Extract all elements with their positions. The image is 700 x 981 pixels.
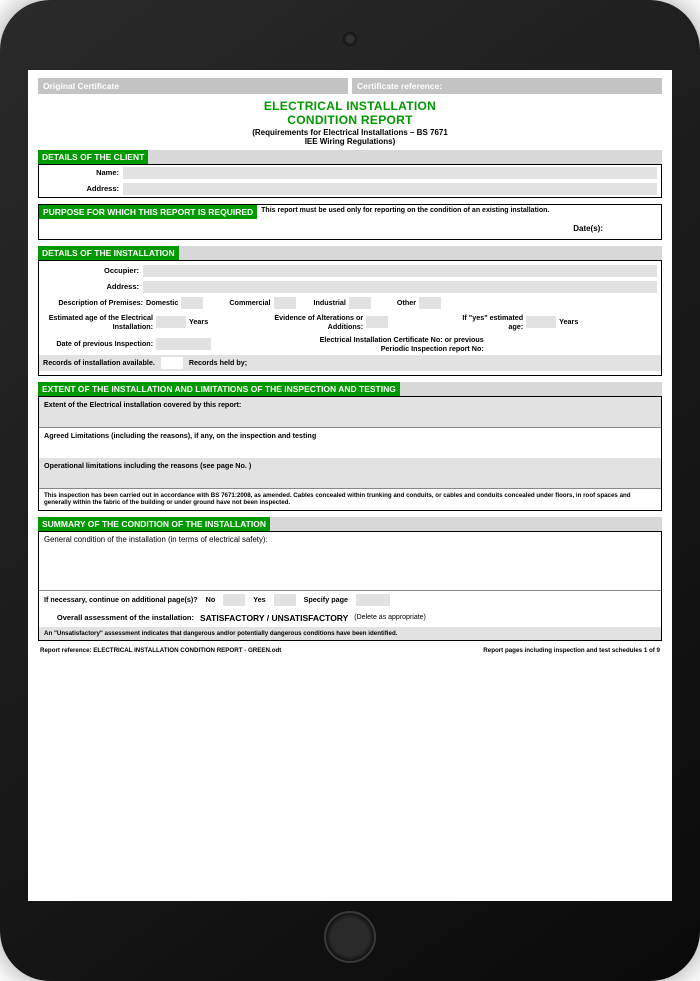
ifyes-label: If "yes" estimated age: (453, 313, 523, 331)
specify-label: Specify page (304, 595, 348, 604)
document-footer: Report reference: ELECTRICAL INSTALLATIO… (38, 647, 662, 654)
certificate-reference-header: Certificate reference: (352, 78, 662, 94)
occupier-label: Occupier: (43, 266, 143, 275)
tablet-home-button[interactable] (324, 911, 376, 963)
cert-no-label: Electrical Installation Certificate No: … (294, 335, 484, 353)
industrial-checkbox[interactable] (349, 297, 371, 309)
purpose-field[interactable] (43, 222, 569, 236)
client-address-label: Address: (43, 184, 123, 193)
extent-section-header: EXTENT OF THE INSTALLATION AND LIMITATIO… (38, 382, 400, 396)
extent-q1[interactable]: Extent of the Electrical installation co… (39, 397, 661, 428)
alterations-label: Evidence of Alterations or Additions: (273, 313, 363, 331)
domestic-checkbox[interactable] (181, 297, 203, 309)
installation-section-header: DETAILS OF THE INSTALLATION (38, 246, 179, 260)
dates-field[interactable] (607, 223, 657, 235)
requirements-line2: IEE Wiring Regulations) (38, 137, 662, 146)
records-avail-field[interactable] (161, 357, 183, 369)
header-fill (400, 382, 662, 396)
other-checkbox[interactable] (419, 297, 441, 309)
extent-q3[interactable]: Operational limitations including the re… (39, 458, 661, 489)
held-by-label: Records held by; (189, 358, 247, 367)
client-address-field[interactable] (123, 183, 657, 195)
summary-section: SUMMARY OF THE CONDITION OF THE INSTALLA… (38, 517, 662, 641)
extent-section: EXTENT OF THE INSTALLATION AND LIMITATIO… (38, 382, 662, 511)
header-fill (179, 246, 662, 260)
client-section-header: DETAILS OF THE CLIENT (38, 150, 148, 164)
age-label: Estimated age of the Electrical Installa… (43, 313, 153, 331)
summary-section-header: SUMMARY OF THE CONDITION OF THE INSTALLA… (38, 517, 270, 531)
purpose-section-header: PURPOSE FOR WHICH THIS REPORT IS REQUIRE… (39, 205, 257, 219)
yes-label: Yes (253, 595, 265, 604)
client-name-field[interactable] (123, 167, 657, 179)
extent-note: This inspection has been carried out in … (39, 489, 661, 510)
premises-desc-label: Description of Premises: (43, 298, 143, 307)
original-certificate-header: Original Certificate (38, 78, 348, 94)
tablet-frame: Original Certificate Certificate referen… (0, 0, 700, 981)
years1-label: Years (189, 317, 208, 326)
general-condition-field[interactable]: General condition of the installation (i… (39, 532, 661, 590)
document-viewport: Original Certificate Certificate referen… (28, 70, 672, 901)
report-title-line1: ELECTRICAL INSTALLATION (38, 100, 662, 114)
client-section: DETAILS OF THE CLIENT Name: Address: (38, 150, 662, 198)
alterations-field[interactable] (366, 316, 388, 328)
report-document: Original Certificate Certificate referen… (38, 78, 662, 654)
requirements-line1: (Requirements for Electrical Installatio… (38, 128, 662, 137)
installation-section: DETAILS OF THE INSTALLATION Occupier: Ad… (38, 246, 662, 376)
install-address-label: Address: (43, 282, 143, 291)
age-field[interactable] (156, 316, 186, 328)
purpose-note: This report must be used only for report… (257, 205, 661, 219)
no-label: No (206, 595, 216, 604)
records-avail-label: Records of installation available. (43, 358, 155, 367)
client-name-label: Name: (43, 168, 123, 177)
other-label: Other (397, 298, 416, 307)
assessment-value: SATISFACTORY / UNSATISFACTORY (200, 613, 348, 623)
prev-date-label: Date of previous Inspection: (43, 339, 153, 348)
install-address-field[interactable] (143, 281, 657, 293)
delete-note: (Delete as appropriate) (354, 614, 426, 621)
unsatisfactory-note: An "Unsatisfactory" assessment indicates… (39, 627, 661, 640)
header-fill (270, 517, 662, 531)
addl-yes-checkbox[interactable] (274, 594, 296, 606)
purpose-section: PURPOSE FOR WHICH THIS REPORT IS REQUIRE… (38, 204, 662, 240)
footer-left: Report reference: ELECTRICAL INSTALLATIO… (40, 647, 281, 654)
commercial-checkbox[interactable] (274, 297, 296, 309)
industrial-label: Industrial (314, 298, 346, 307)
commercial-label: Commercial (229, 298, 270, 307)
years2-label: Years (559, 317, 578, 326)
prev-date-field[interactable] (156, 338, 211, 350)
ifyes-age-field[interactable] (526, 316, 556, 328)
specify-page-field[interactable] (356, 594, 390, 606)
report-title-line2: CONDITION REPORT (38, 114, 662, 128)
footer-right: Report pages including inspection and te… (483, 647, 660, 654)
addl-pages-label: If necessary, continue on additional pag… (44, 595, 198, 604)
extent-q2[interactable]: Agreed Limitations (including the reason… (39, 428, 661, 458)
header-fill (148, 150, 662, 164)
dates-label: Date(s): (573, 224, 603, 233)
tablet-camera (343, 32, 357, 46)
title-block: ELECTRICAL INSTALLATION CONDITION REPORT… (38, 100, 662, 146)
cert-no-field[interactable] (487, 338, 542, 350)
assessment-label: Overall assessment of the installation: (44, 613, 194, 622)
addl-no-checkbox[interactable] (223, 594, 245, 606)
domestic-label: Domestic (146, 298, 178, 307)
occupier-field[interactable] (143, 265, 657, 277)
